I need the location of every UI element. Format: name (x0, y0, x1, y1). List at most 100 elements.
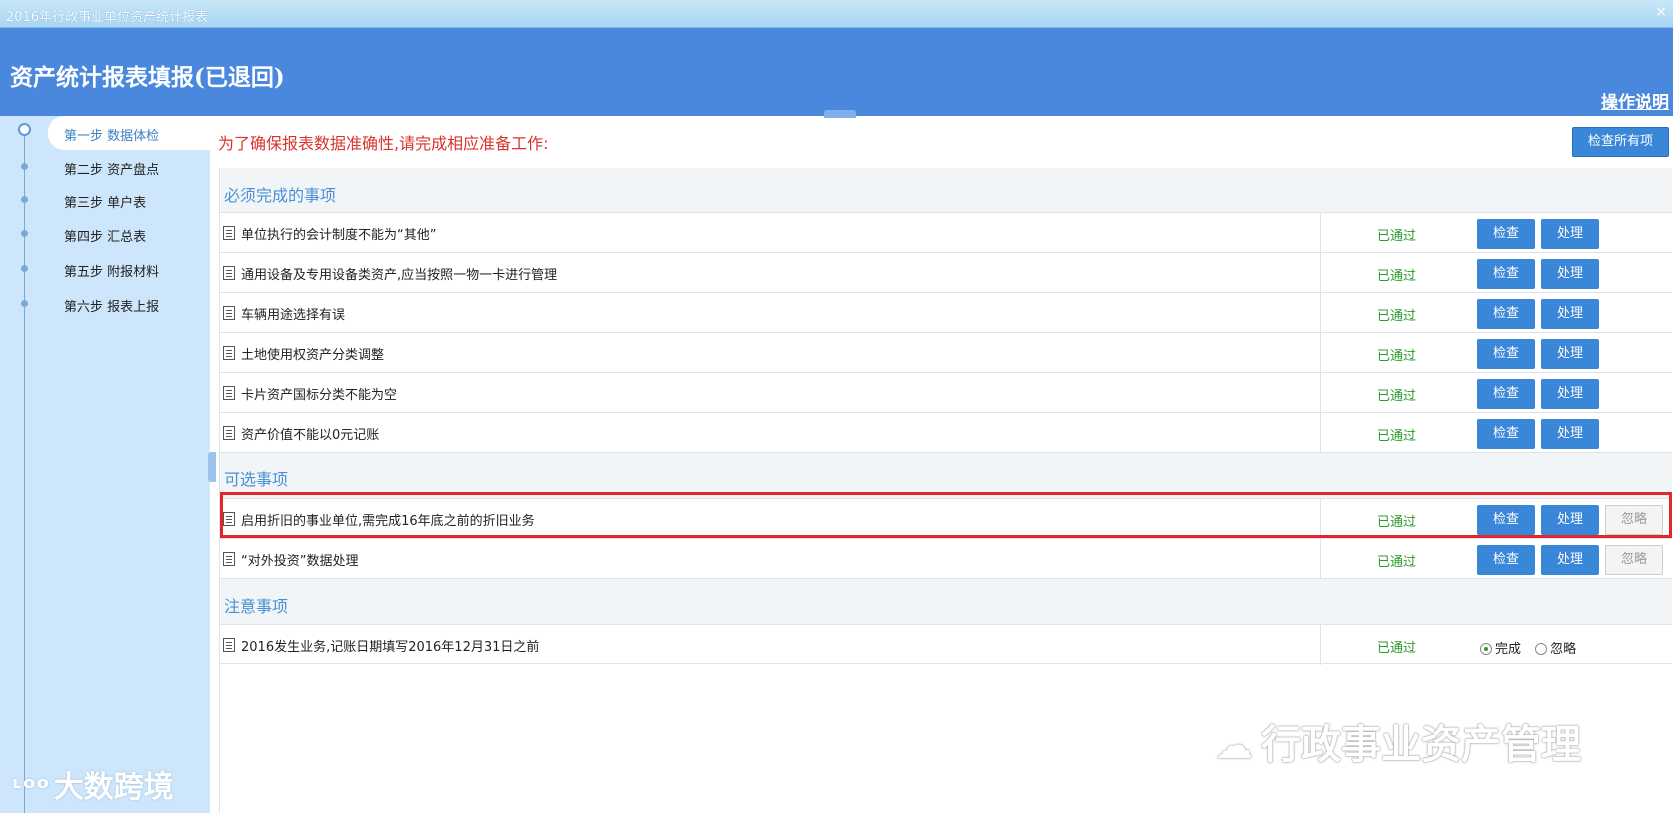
sidebar-step-1[interactable]: 第一步 数据体检 (48, 116, 210, 150)
handle-button[interactable]: 处理 (1541, 259, 1599, 289)
table-row: 资产价值不能以0元记账 已通过 检查 处理 (220, 412, 1672, 453)
sidebar-step-label: 第二步 资产盘点 (64, 163, 160, 178)
table-row: 通用设备及专用设备类资产,应当按照一物一卡进行管理 已通过 检查 处理 (220, 252, 1672, 293)
table-row: 2016发生业务,记账日期填写2016年12月31日之前 已通过 完成 忽略 (220, 624, 1672, 665)
handle-button[interactable]: 处理 (1541, 339, 1599, 369)
notice-text: 为了确保报表数据准确性,请完成相应准备工作: (218, 134, 549, 153)
handle-button[interactable]: 处理 (1541, 419, 1599, 449)
main-panel: 为了确保报表数据准确性,请完成相应准备工作: 检查所有项 必须完成的事项 单位执… (218, 116, 1673, 813)
page-title: 资产统计报表填报(已退回) (10, 64, 285, 91)
section-header-required: 必须完成的事项 (220, 168, 1672, 212)
column-divider (1320, 253, 1321, 293)
radio-complete[interactable] (1480, 643, 1492, 655)
step-current-marker-icon (18, 123, 31, 136)
sidebar-step-2[interactable]: 第二步 资产盘点 (48, 150, 210, 184)
close-icon[interactable]: × (1655, 4, 1667, 20)
status-text: 已通过 (1377, 429, 1417, 444)
sidebar-step-label: 第四步 汇总表 (64, 230, 147, 245)
document-icon (223, 306, 235, 320)
step-dot-icon (21, 230, 28, 237)
column-divider (1320, 213, 1321, 253)
status-text: 已通过 (1377, 229, 1417, 244)
window-titlebar: 2016年行政事业单位资产统计报表 × (0, 0, 1673, 28)
section-title: 注意事项 (224, 597, 289, 616)
check-button[interactable]: 检查 (1477, 339, 1535, 369)
document-icon (223, 386, 235, 400)
status-text: 已通过 (1377, 349, 1417, 364)
document-icon (223, 266, 235, 280)
watermark-left-text: 大数跨境 (53, 770, 174, 805)
check-button[interactable]: 检查 (1477, 505, 1535, 535)
sidebar-step-3[interactable]: 第三步 单户表 (48, 183, 210, 217)
sidebar-step-label: 第六步 报表上报 (64, 300, 160, 315)
watermark-right-text: 行政事业资产管理 (1261, 722, 1581, 768)
ignore-button[interactable]: 忽略 (1605, 505, 1663, 535)
column-divider (1320, 333, 1321, 373)
column-divider (1320, 413, 1321, 453)
check-button[interactable]: 检查 (1477, 379, 1535, 409)
table-row: 卡片资产国标分类不能为空 已通过 检查 处理 (220, 372, 1672, 413)
ignore-button[interactable]: 忽略 (1605, 545, 1663, 575)
sidebar-step-label: 第五步 附报材料 (64, 265, 160, 280)
step-dot-icon (21, 300, 28, 307)
status-text: 已通过 (1377, 269, 1417, 284)
section-title: 必须完成的事项 (224, 186, 337, 205)
status-text: 已通过 (1377, 555, 1417, 570)
check-button[interactable]: 检查 (1477, 219, 1535, 249)
document-icon (223, 226, 235, 240)
document-icon (223, 512, 235, 526)
sidebar-step-5[interactable]: 第五步 附报材料 (48, 252, 210, 286)
handle-button[interactable]: 处理 (1541, 379, 1599, 409)
document-icon (223, 638, 235, 652)
radio-complete-label[interactable]: 完成 (1495, 642, 1521, 657)
sidebar-step-4[interactable]: 第四步 汇总表 (48, 217, 210, 251)
handle-button[interactable]: 处理 (1541, 545, 1599, 575)
column-divider (1320, 499, 1321, 539)
handle-button[interactable]: 处理 (1541, 219, 1599, 249)
table-row: 单位执行的会计制度不能为“其他” 已通过 检查 处理 (220, 212, 1672, 253)
document-icon (223, 346, 235, 360)
row-text: 通用设备及专用设备类资产,应当按照一物一卡进行管理 (241, 268, 558, 283)
section-title: 可选事项 (224, 470, 289, 489)
step-dot-icon (21, 163, 28, 170)
table-row-highlighted: 启用折旧的事业单位,需完成16年底之前的折旧业务 已通过 检查 处理 忽略 (220, 498, 1672, 539)
row-text: 土地使用权资产分类调整 (241, 348, 385, 363)
watermark-left: ᶫᵒᵒ 大数跨境 (12, 762, 174, 806)
page-header: 资产统计报表填报(已退回) 操作说明 (0, 28, 1673, 116)
status-text: 已通过 (1377, 515, 1417, 530)
check-button[interactable]: 检查 (1477, 545, 1535, 575)
check-button[interactable]: 检查 (1477, 299, 1535, 329)
check-button[interactable]: 检查 (1477, 419, 1535, 449)
handle-button[interactable]: 处理 (1541, 505, 1599, 535)
radio-ignore-label[interactable]: 忽略 (1550, 642, 1576, 657)
help-link[interactable]: 操作说明 (1601, 88, 1669, 113)
sidebar-collapse-handle[interactable] (208, 452, 216, 482)
brand-logo-icon: ᶫᵒᵒ (12, 771, 50, 804)
check-button[interactable]: 检查 (1477, 259, 1535, 289)
column-divider (1320, 293, 1321, 333)
completion-radio-group: 完成 忽略 (1480, 638, 1586, 657)
check-all-button[interactable]: 检查所有项 (1572, 127, 1669, 157)
column-divider (1320, 625, 1321, 665)
row-text: 资产价值不能以0元记账 (241, 428, 380, 443)
column-divider (1320, 539, 1321, 579)
status-text: 已通过 (1377, 389, 1417, 404)
document-icon (223, 552, 235, 566)
row-text: 2016发生业务,记账日期填写2016年12月31日之前 (241, 640, 540, 655)
handle-button[interactable]: 处理 (1541, 299, 1599, 329)
step-dot-icon (21, 196, 28, 203)
sidebar-step-label: 第一步 数据体检 (64, 129, 160, 144)
section-header-notes: 注意事项 (220, 578, 1672, 624)
document-icon (223, 426, 235, 440)
table-row: 土地使用权资产分类调整 已通过 检查 处理 (220, 332, 1672, 373)
table-row: 车辆用途选择有误 已通过 检查 处理 (220, 292, 1672, 333)
row-text: 启用折旧的事业单位,需完成16年底之前的折旧业务 (241, 514, 535, 529)
section-header-optional: 可选事项 (220, 452, 1672, 498)
watermark-right: ☁ 行政事业资产管理 (1215, 712, 1581, 770)
step-dot-icon (21, 265, 28, 272)
column-divider (1320, 373, 1321, 413)
window-title: 2016年行政事业单位资产统计报表 (6, 10, 209, 25)
sidebar-step-6[interactable]: 第六步 报表上报 (48, 287, 210, 321)
status-text: 已通过 (1377, 641, 1417, 656)
radio-ignore[interactable] (1535, 643, 1548, 655)
